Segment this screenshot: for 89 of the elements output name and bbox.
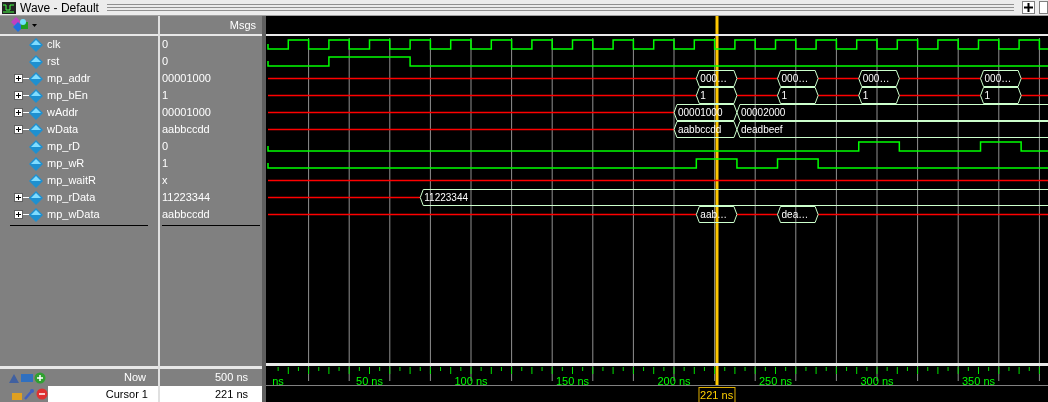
bus-value: deadbeef [740, 124, 783, 135]
signal-icon [29, 71, 43, 86]
bus-value: 1 [862, 90, 869, 101]
signal-name[interactable]: mp_bEn [47, 87, 88, 104]
bus-segment [777, 70, 819, 87]
signal-name[interactable]: rst [47, 53, 60, 70]
time-label: ns [272, 374, 284, 389]
time-label: 100 ns [454, 374, 488, 389]
time-label: 150 ns [556, 374, 589, 389]
signal-icon [29, 156, 43, 171]
expand-button[interactable] [14, 91, 23, 100]
bus-value: dea… [781, 209, 809, 220]
waveform [1020, 77, 1048, 80]
cursor-time: 221 ns [214, 386, 248, 402]
bus-value: 000… [862, 73, 890, 84]
plus-icon [16, 93, 21, 98]
now-label: Now [123, 370, 147, 386]
expand-button[interactable] [14, 125, 23, 134]
time-label: 350 ns [962, 374, 995, 389]
waveform [1020, 94, 1048, 97]
plus-icon [16, 76, 21, 81]
waveform [736, 94, 779, 97]
now-time: 500 ns [214, 370, 248, 386]
expand-button[interactable] [14, 193, 23, 202]
signal-value: 0 [162, 37, 169, 53]
signal-value: aabbccdd [162, 122, 210, 138]
bus-value: 1 [984, 90, 991, 101]
signal-name[interactable]: mp_waitR [47, 172, 96, 189]
signal-value: 0 [162, 139, 169, 155]
waveform [736, 77, 779, 80]
signal-value: 00001000 [162, 71, 211, 87]
window-title: Wave - Default [20, 0, 99, 17]
signal-name[interactable]: wData [47, 121, 79, 138]
expand-button[interactable] [14, 210, 23, 219]
plus-icon [16, 110, 21, 115]
signal-icon [29, 173, 43, 188]
expand-button[interactable] [14, 108, 23, 117]
waveform [817, 94, 860, 97]
signal-value: aabbccdd [162, 207, 210, 223]
bus-value: 11223344 [424, 192, 468, 203]
signal-value: 1 [162, 88, 169, 104]
time-label: 200 ns [657, 374, 691, 389]
bus-value: 00002000 [740, 107, 786, 118]
signal-icon [29, 139, 43, 154]
time-label: 50 ns [356, 374, 383, 389]
signal-icon [29, 190, 43, 205]
plus-icon [16, 195, 21, 200]
signal-value: 0 [162, 54, 169, 70]
bus-value: 000… [984, 73, 1012, 84]
time-label: 250 ns [759, 374, 792, 389]
expand-button[interactable] [14, 74, 23, 83]
signal-name[interactable]: mp_wData [47, 206, 100, 223]
signal-value: x [162, 173, 168, 189]
signal-icon [29, 54, 43, 69]
waveform [736, 213, 779, 216]
bus-segment [980, 70, 1022, 87]
plus-icon [16, 212, 21, 217]
bus-value: 000… [781, 73, 809, 84]
dropdown-caret-icon[interactable] [32, 23, 37, 27]
signal-group-icon[interactable] [10, 16, 30, 34]
cursor-name: Cursor 1 [48, 386, 158, 402]
cursor-marker-label: 221 ns [698, 387, 736, 402]
bus-value: 1 [781, 90, 788, 101]
waveform [817, 77, 860, 80]
time-label: 300 ns [860, 374, 894, 389]
signal-name[interactable]: wAddr [47, 104, 79, 121]
signal-icon [29, 207, 43, 222]
signal-name[interactable]: clk [47, 36, 61, 53]
signal-value: 11223344 [162, 190, 211, 206]
add-button[interactable] [1022, 1, 1035, 14]
signal-value: 00001000 [162, 105, 211, 121]
remove-cursor-icon[interactable] [36, 388, 48, 400]
maximize-button[interactable] [1039, 1, 1048, 14]
bus-value: 1 [700, 90, 706, 101]
plus-icon [16, 127, 21, 132]
messages-heading: Msgs [229, 17, 256, 33]
bus-segment [858, 70, 900, 87]
plus-circle-icon[interactable] [34, 371, 46, 384]
signal-icon [29, 105, 43, 120]
signal-name[interactable]: mp_wR [47, 155, 85, 172]
plus-icon [1024, 3, 1033, 12]
signal-icon [29, 122, 43, 137]
signal-name[interactable]: mp_rD [47, 138, 80, 155]
signal-value: 1 [162, 156, 169, 172]
wave-window-icon [2, 1, 16, 14]
signal-icon [29, 37, 43, 52]
signal-icon [29, 88, 43, 103]
signal-name[interactable]: mp_rData [47, 189, 96, 206]
signal-name[interactable]: mp_addr [47, 70, 91, 87]
